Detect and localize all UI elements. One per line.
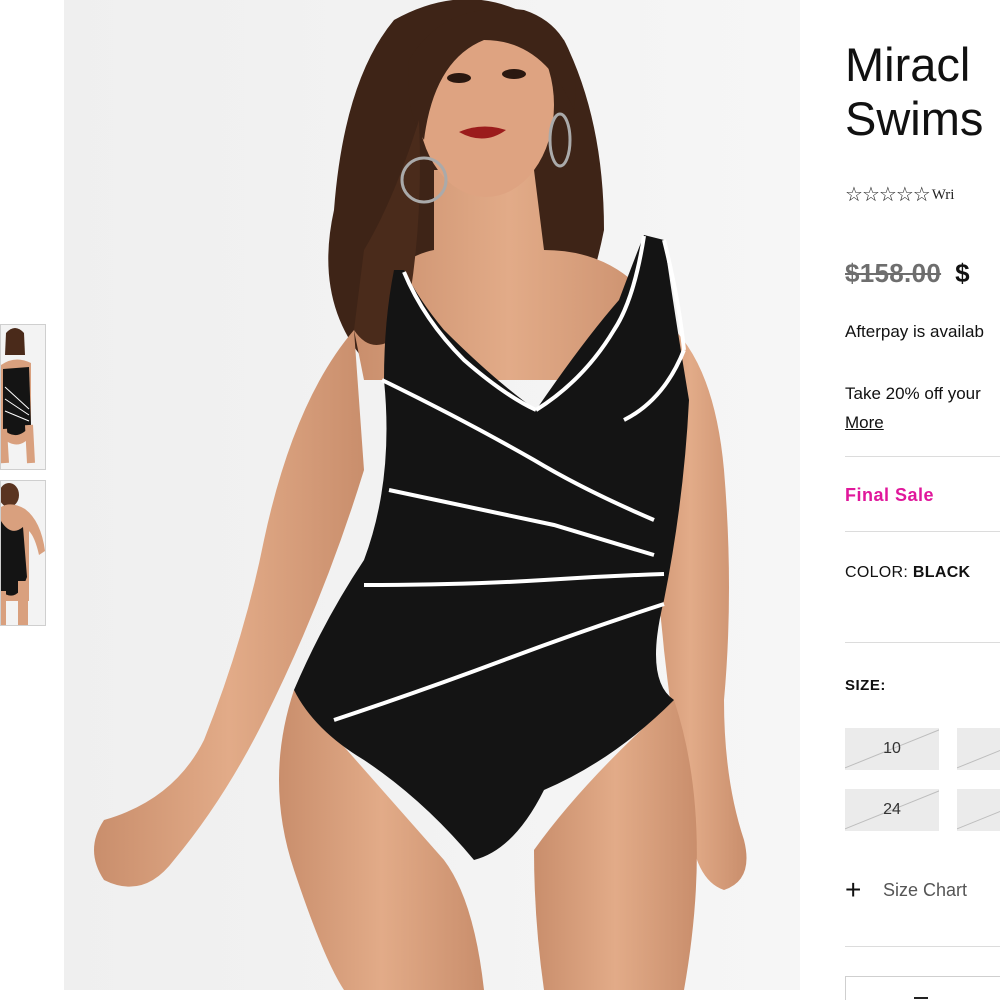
sale-price: $ xyxy=(955,258,970,288)
star-outline-icon: ☆ xyxy=(861,184,880,206)
size-option-label: 24 xyxy=(883,801,901,818)
size-chart-toggle[interactable]: + Size Chart xyxy=(845,876,967,904)
color-value: BLACK xyxy=(912,564,971,581)
thumbnail-back-view[interactable] xyxy=(0,480,46,626)
color-label: COLOR: xyxy=(845,564,909,581)
star-outline-icon: ☆ xyxy=(878,184,897,206)
product-title-line2: Swims xyxy=(845,92,984,145)
thumbnail-front-image xyxy=(1,325,45,469)
rating-stars: ☆ ☆ ☆ ☆ ☆ Wri xyxy=(845,184,954,206)
afterpay-message: Afterpay is availab xyxy=(845,322,984,341)
star-outline-icon: ☆ xyxy=(845,184,863,206)
divider xyxy=(845,642,1000,643)
star-outline-icon: ☆ xyxy=(895,184,914,206)
size-label: SIZE: xyxy=(845,677,886,694)
size-option-button[interactable]: 1 xyxy=(957,728,1000,770)
model-swimsuit-illustration xyxy=(64,0,800,990)
color-selection: COLOR: BLACK xyxy=(845,564,970,582)
size-chart-label: Size Chart xyxy=(883,879,968,900)
divider xyxy=(845,946,1000,947)
minus-icon[interactable] xyxy=(914,997,928,999)
write-review-link[interactable]: Wri xyxy=(932,187,955,204)
promo-message: Take 20% off your xyxy=(845,384,981,403)
divider xyxy=(845,531,1000,532)
price-row: $158.00 $ xyxy=(845,258,970,289)
plus-icon: + xyxy=(845,874,862,905)
thumbnail-front-view[interactable] xyxy=(0,324,46,470)
product-title-line1: Miracl xyxy=(845,38,971,91)
thumbnail-back-image xyxy=(1,481,45,625)
star-outline-icon: ☆ xyxy=(912,184,931,206)
size-option-button[interactable]: 2 xyxy=(957,789,1000,831)
size-option-button[interactable]: 10 xyxy=(845,728,939,770)
promo-more-link[interactable]: More xyxy=(845,413,884,433)
product-info-panel: Miracl Swims ☆ ☆ ☆ ☆ ☆ Wri $158.00 $ Afte… xyxy=(845,0,1000,1000)
quantity-stepper[interactable] xyxy=(845,976,1000,1000)
size-option-button[interactable]: 24 xyxy=(845,789,939,831)
original-price: $158.00 xyxy=(845,258,942,288)
divider xyxy=(845,456,1000,457)
final-sale-badge: Final Sale xyxy=(845,485,935,505)
unavailable-slash xyxy=(957,728,1000,770)
product-title: Miracl Swims xyxy=(845,38,1000,146)
product-main-image[interactable] xyxy=(64,0,800,990)
size-option-label: 10 xyxy=(883,740,901,757)
unavailable-slash xyxy=(957,789,1000,831)
